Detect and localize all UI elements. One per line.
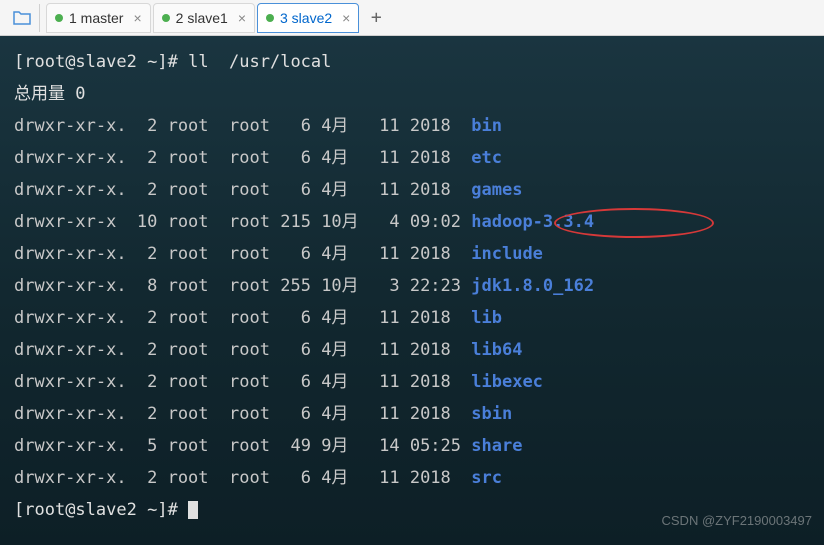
directory-name: lib	[471, 308, 502, 328]
tab-master[interactable]: 1 master ×	[46, 3, 151, 33]
file-listing: drwxr-xr-x. 2 root root 6 4月 11 2018 bin…	[14, 110, 810, 494]
status-dot-icon	[162, 14, 170, 22]
directory-name: sbin	[471, 404, 512, 424]
list-item: drwxr-xr-x. 2 root root 6 4月 11 2018 sbi…	[14, 398, 810, 430]
list-item: drwxr-xr-x. 2 root root 6 4月 11 2018 etc	[14, 142, 810, 174]
list-item: drwxr-xr-x. 2 root root 6 4月 11 2018 lib	[14, 302, 810, 334]
prompt-line: [root@slave2 ~]# ll /usr/local	[14, 46, 810, 78]
status-dot-icon	[266, 14, 274, 22]
close-icon[interactable]: ×	[342, 10, 350, 26]
tab-label: 1 master	[69, 10, 123, 26]
list-item: drwxr-xr-x. 2 root root 6 4月 11 2018 bin	[14, 110, 810, 142]
directory-name: share	[471, 436, 522, 456]
list-item: drwxr-xr-x. 2 root root 6 4月 11 2018 lib…	[14, 334, 810, 366]
tab-slave1[interactable]: 2 slave1 ×	[153, 3, 255, 33]
directory-name: src	[471, 468, 502, 488]
add-tab-button[interactable]: +	[361, 3, 391, 33]
total-line: 总用量 0	[14, 78, 810, 110]
watermark: CSDN @ZYF2190003497	[662, 505, 813, 537]
tab-label: 2 slave1	[176, 10, 228, 26]
directory-name: games	[471, 180, 522, 200]
directory-name: bin	[471, 116, 502, 136]
list-item: drwxr-xr-x 10 root root 215 10月 4 09:02 …	[14, 206, 810, 238]
terminal[interactable]: [root@slave2 ~]# ll /usr/local 总用量 0 drw…	[0, 36, 824, 545]
tab-label: 3 slave2	[280, 10, 332, 26]
tab-bar: 1 master × 2 slave1 × 3 slave2 × +	[0, 0, 824, 36]
directory-name: libexec	[471, 372, 543, 392]
directory-name: jdk1.8.0_162	[471, 276, 594, 296]
folder-icon[interactable]	[4, 4, 40, 32]
list-item: drwxr-xr-x. 2 root root 6 4月 11 2018 src	[14, 462, 810, 494]
cursor-icon	[188, 501, 198, 519]
directory-name: etc	[471, 148, 502, 168]
directory-name: hadoop-3.3.4	[471, 212, 594, 232]
close-icon[interactable]: ×	[238, 10, 246, 26]
list-item: drwxr-xr-x. 2 root root 6 4月 11 2018 inc…	[14, 238, 810, 270]
tab-slave2[interactable]: 3 slave2 ×	[257, 3, 359, 33]
close-icon[interactable]: ×	[133, 10, 141, 26]
list-item: drwxr-xr-x. 5 root root 49 9月 14 05:25 s…	[14, 430, 810, 462]
directory-name: lib64	[471, 340, 522, 360]
list-item: drwxr-xr-x. 8 root root 255 10月 3 22:23 …	[14, 270, 810, 302]
status-dot-icon	[55, 14, 63, 22]
directory-name: include	[471, 244, 543, 264]
list-item: drwxr-xr-x. 2 root root 6 4月 11 2018 lib…	[14, 366, 810, 398]
list-item: drwxr-xr-x. 2 root root 6 4月 11 2018 gam…	[14, 174, 810, 206]
